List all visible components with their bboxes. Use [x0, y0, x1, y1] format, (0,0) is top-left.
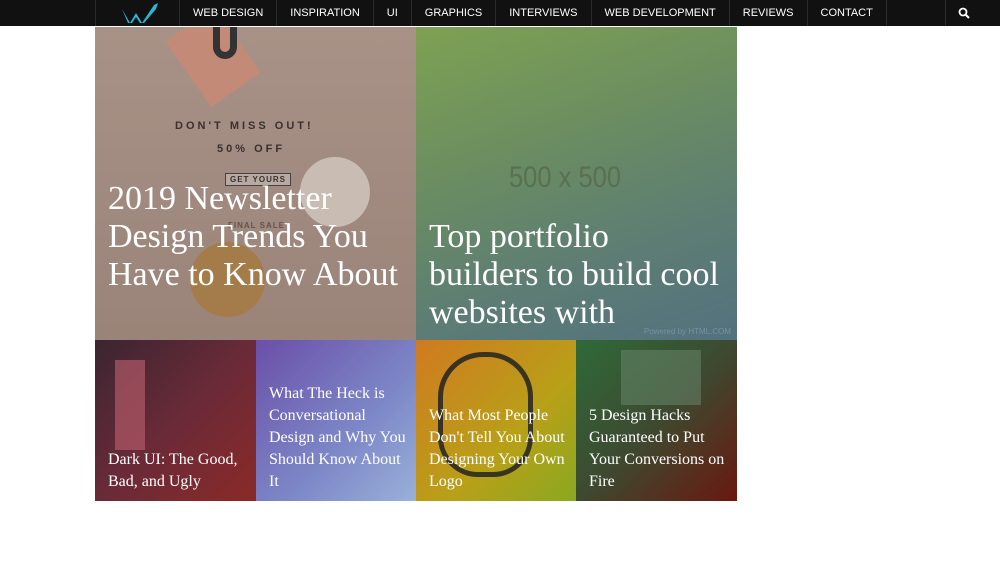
post-title: 2019 Newsletter Design Trends You Have t…	[108, 180, 398, 293]
nav-web-design[interactable]: WEB DESIGN	[180, 0, 278, 26]
post-logo-design[interactable]: What Most People Don't Tell You About De…	[416, 340, 576, 501]
featured-post-newsletter[interactable]: DON'T MISS OUT! 50% OFF GET YOURS FINAL …	[95, 27, 416, 340]
post-conversational-design[interactable]: What The Heck is Conversational Design a…	[256, 340, 416, 501]
featured-post-portfolio[interactable]: 500 x 500 Powered by HTML.COM Top portfo…	[416, 27, 737, 340]
nav-ui[interactable]: UI	[374, 0, 412, 26]
image-figure	[115, 360, 145, 450]
image-text: DON'T MISS OUT!	[175, 120, 314, 132]
nav-interviews[interactable]: INTERVIEWS	[496, 0, 592, 26]
post-title: 5 Design Hacks Guaranteed to Put Your Co…	[589, 407, 725, 490]
post-design-hacks[interactable]: 5 Design Hacks Guaranteed to Put Your Co…	[576, 340, 737, 501]
image-placeholder-text: 500 x 500	[509, 161, 622, 194]
post-title: What Most People Don't Tell You About De…	[429, 407, 565, 490]
nav-graphics[interactable]: GRAPHICS	[412, 0, 497, 26]
search-button[interactable]	[945, 0, 980, 26]
search-icon	[958, 7, 970, 19]
monitor-image	[621, 350, 701, 405]
top-nav: WEB DESIGN INSPIRATION UI GRAPHICS INTER…	[0, 0, 1000, 26]
nav-contact[interactable]: CONTACT	[808, 0, 887, 26]
image-text: 50% OFF	[217, 143, 286, 155]
decor-letter	[213, 27, 237, 59]
post-title: Dark UI: The Good, Bad, and Ugly	[108, 451, 238, 490]
post-title: Top portfolio builders to build cool web…	[429, 218, 719, 331]
w-logo-icon	[122, 3, 158, 23]
nav-web-development[interactable]: WEB DEVELOPMENT	[592, 0, 730, 26]
nav-reviews[interactable]: REVIEWS	[730, 0, 808, 26]
post-dark-ui[interactable]: Dark UI: The Good, Bad, and Ugly	[95, 340, 256, 501]
post-title: What The Heck is Conversational Design a…	[269, 385, 406, 490]
site-logo[interactable]	[96, 0, 180, 26]
nav-inspiration[interactable]: INSPIRATION	[277, 0, 374, 26]
